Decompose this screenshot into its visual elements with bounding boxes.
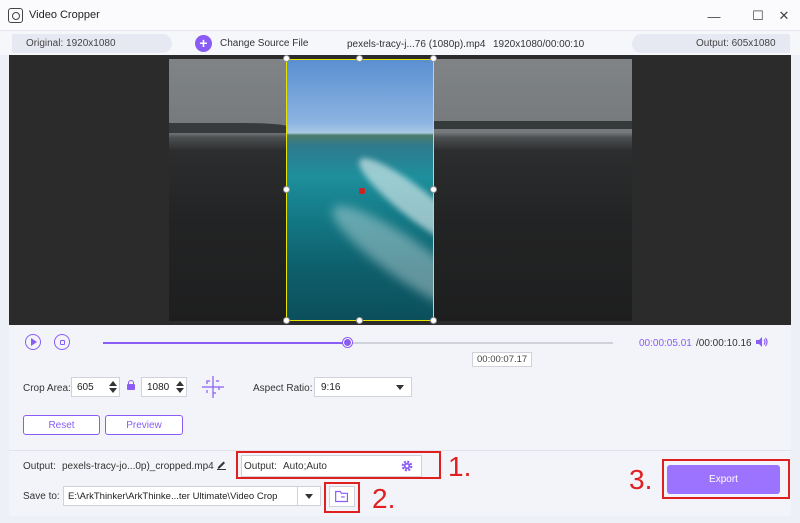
- center-crop-icon[interactable]: [201, 375, 225, 399]
- save-path-value: E:\ArkThinker\ArkThinke...ter Ultimate\V…: [68, 490, 278, 502]
- crop-handle-bottom[interactable]: [356, 317, 363, 324]
- crop-handle-top[interactable]: [356, 55, 363, 62]
- close-button[interactable]: ✕: [773, 6, 795, 26]
- video-frame: [169, 59, 632, 321]
- chevron-down-icon: [305, 494, 313, 499]
- stop-button[interactable]: [54, 334, 70, 350]
- play-icon: [31, 338, 37, 346]
- crop-handle-top-right[interactable]: [430, 55, 437, 62]
- crop-handle-top-left[interactable]: [283, 55, 290, 62]
- crop-handle-bottom-left[interactable]: [283, 317, 290, 324]
- width-stepper[interactable]: [109, 380, 117, 394]
- window-title: Video Cropper: [29, 9, 100, 21]
- change-source-button[interactable]: + Change Source File: [195, 34, 308, 52]
- crop-handle-left[interactable]: [283, 186, 290, 193]
- edit-filename-icon[interactable]: [216, 459, 227, 470]
- current-time: 00:00:05.01: [639, 338, 692, 349]
- save-path-dropdown[interactable]: [298, 486, 321, 506]
- crop-height-input[interactable]: 1080: [141, 377, 187, 397]
- save-to-label: Save to:: [23, 491, 60, 502]
- annotation-box-export: [662, 459, 790, 499]
- annotation-box-output: [236, 451, 441, 479]
- aspect-ratio-select[interactable]: 9:16: [314, 377, 412, 397]
- time-tooltip: 00:00:07.17: [472, 352, 533, 367]
- lock-aspect-icon[interactable]: [127, 380, 135, 391]
- title-bar: Video Cropper — ☐ ✕: [0, 0, 800, 31]
- output-label: Output:: [23, 461, 56, 472]
- info-bar: Original: 1920x1080 + Change Source File…: [0, 31, 800, 55]
- annotation-step-1: 1.: [448, 451, 472, 482]
- timeline-progress: [103, 342, 348, 344]
- stop-icon: [59, 339, 65, 345]
- aspect-ratio-label: Aspect Ratio:: [253, 383, 313, 394]
- video-preview-area: [9, 55, 791, 325]
- crop-width-value: 605: [77, 381, 94, 393]
- crop-selection-box[interactable]: [286, 59, 434, 321]
- crop-width-input[interactable]: 605: [71, 377, 120, 397]
- preview-button[interactable]: Preview: [105, 415, 183, 435]
- crop-handle-bottom-right[interactable]: [430, 317, 437, 324]
- aspect-ratio-value: 9:16: [321, 381, 341, 393]
- playback-timeline[interactable]: [103, 338, 613, 347]
- source-file-name: pexels-tracy-j...76 (1080p).mp4: [347, 39, 486, 50]
- crop-height-value: 1080: [147, 381, 170, 393]
- total-time: /00:00:10.16: [696, 338, 752, 349]
- source-file-meta: 1920x1080/00:00:10: [493, 39, 585, 50]
- controls-panel: 00:00:05.01 /00:00:10.16 00:00:07.17 Cro…: [9, 325, 791, 450]
- crop-area-label: Crop Area:: [23, 383, 71, 394]
- save-path-field[interactable]: E:\ArkThinker\ArkThinke...ter Ultimate\V…: [63, 486, 298, 506]
- chevron-down-icon: [396, 385, 404, 390]
- output-file-name: pexels-tracy-jo...0p)_cropped.mp4: [62, 461, 214, 472]
- reset-button[interactable]: Reset: [23, 415, 100, 435]
- crop-handle-right[interactable]: [430, 186, 437, 193]
- plus-icon: +: [195, 34, 212, 52]
- jet-ski: [359, 188, 365, 194]
- change-source-label: Change Source File: [220, 37, 309, 49]
- original-resolution: Original: 1920x1080: [12, 34, 172, 53]
- minimize-button[interactable]: —: [703, 6, 725, 26]
- app-logo-icon: [8, 8, 23, 23]
- annotation-step-3: 3.: [629, 464, 653, 495]
- volume-icon[interactable]: [755, 335, 769, 349]
- output-resolution: Output: 605x1080: [632, 34, 790, 53]
- maximize-button[interactable]: ☐: [747, 6, 769, 26]
- height-stepper[interactable]: [176, 380, 184, 394]
- timeline-scrubber[interactable]: [342, 338, 352, 347]
- annotation-step-2: 2.: [372, 483, 396, 514]
- annotation-box-folder: [324, 482, 360, 513]
- play-button[interactable]: [25, 334, 41, 350]
